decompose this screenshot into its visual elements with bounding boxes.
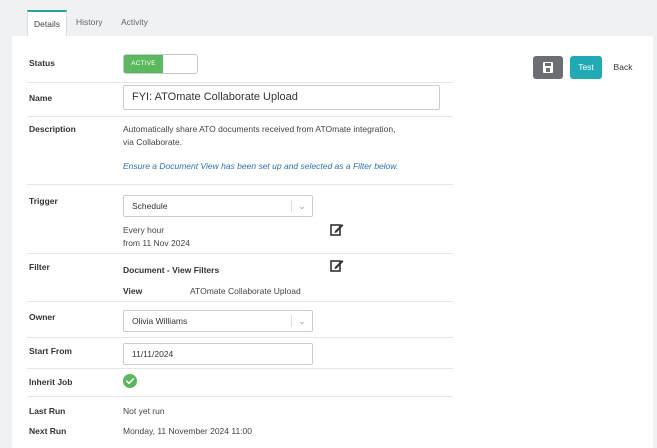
next-run-label: Next Run <box>29 426 67 436</box>
owner-label: Owner <box>29 312 56 322</box>
name-input[interactable]: FYI: ATOmate Collaborate Upload <box>123 85 440 110</box>
description-label: Description <box>29 124 76 134</box>
divider <box>27 396 453 397</box>
divider <box>27 82 453 83</box>
tab-bar: Details History Activity <box>0 0 657 36</box>
filter-view-value: ATOmate Collaborate Upload <box>190 286 301 296</box>
divider <box>27 301 453 302</box>
description-line-1: Automatically share ATO documents receiv… <box>123 124 396 134</box>
description-line-2: via Collaborate. <box>123 137 183 147</box>
test-button[interactable]: Test <box>570 56 602 79</box>
trigger-label: Trigger <box>29 196 58 206</box>
edit-icon[interactable] <box>330 222 344 236</box>
divider <box>27 368 453 369</box>
select-divider <box>291 315 292 327</box>
save-button[interactable] <box>533 56 563 79</box>
start-from-input[interactable]: 11/11/2024 <box>123 343 313 365</box>
tab-history[interactable]: History <box>70 10 108 36</box>
back-button[interactable]: Back <box>607 56 639 79</box>
check-circle-icon[interactable] <box>123 374 137 388</box>
status-toggle[interactable]: ACTIVE <box>123 54 198 74</box>
select-divider <box>291 200 292 212</box>
chevron-down-icon: ⌄ <box>298 201 306 211</box>
save-icon <box>543 62 553 73</box>
status-active-value: ACTIVE <box>124 55 163 73</box>
trigger-select[interactable]: Schedule ⌄ <box>123 195 313 217</box>
details-panel: Test Back Status ACTIVE Name FYI: ATOmat… <box>12 36 653 448</box>
divider <box>27 184 453 185</box>
owner-select[interactable]: Olivia Williams ⌄ <box>123 310 313 332</box>
start-from-label: Start From <box>29 346 72 356</box>
last-run-value: Not yet run <box>123 406 165 416</box>
last-run-label: Last Run <box>29 406 66 416</box>
owner-selected: Olivia Williams <box>132 316 188 326</box>
trigger-start: from 11 Nov 2024 <box>123 238 190 248</box>
filter-label: Filter <box>29 262 50 272</box>
description-note: Ensure a Document View has been set up a… <box>123 161 399 171</box>
divider <box>27 116 453 117</box>
divider <box>27 337 453 338</box>
name-label: Name <box>29 93 53 103</box>
next-run-value: Monday, 11 November 2024 11:00 <box>123 426 252 436</box>
trigger-frequency: Every hour <box>123 225 165 235</box>
tab-activity[interactable]: Activity <box>115 10 154 36</box>
tab-details[interactable]: Details <box>27 10 67 36</box>
trigger-selected: Schedule <box>132 201 168 211</box>
status-label: Status <box>29 58 55 68</box>
divider <box>27 253 453 254</box>
filter-title: Document - View Filters <box>123 265 220 275</box>
chevron-down-icon: ⌄ <box>298 316 306 326</box>
filter-view-key: View <box>123 286 143 296</box>
inherit-job-label: Inherit Job <box>29 377 73 387</box>
start-from-value: 11/11/2024 <box>132 349 174 359</box>
edit-icon[interactable] <box>330 258 344 272</box>
